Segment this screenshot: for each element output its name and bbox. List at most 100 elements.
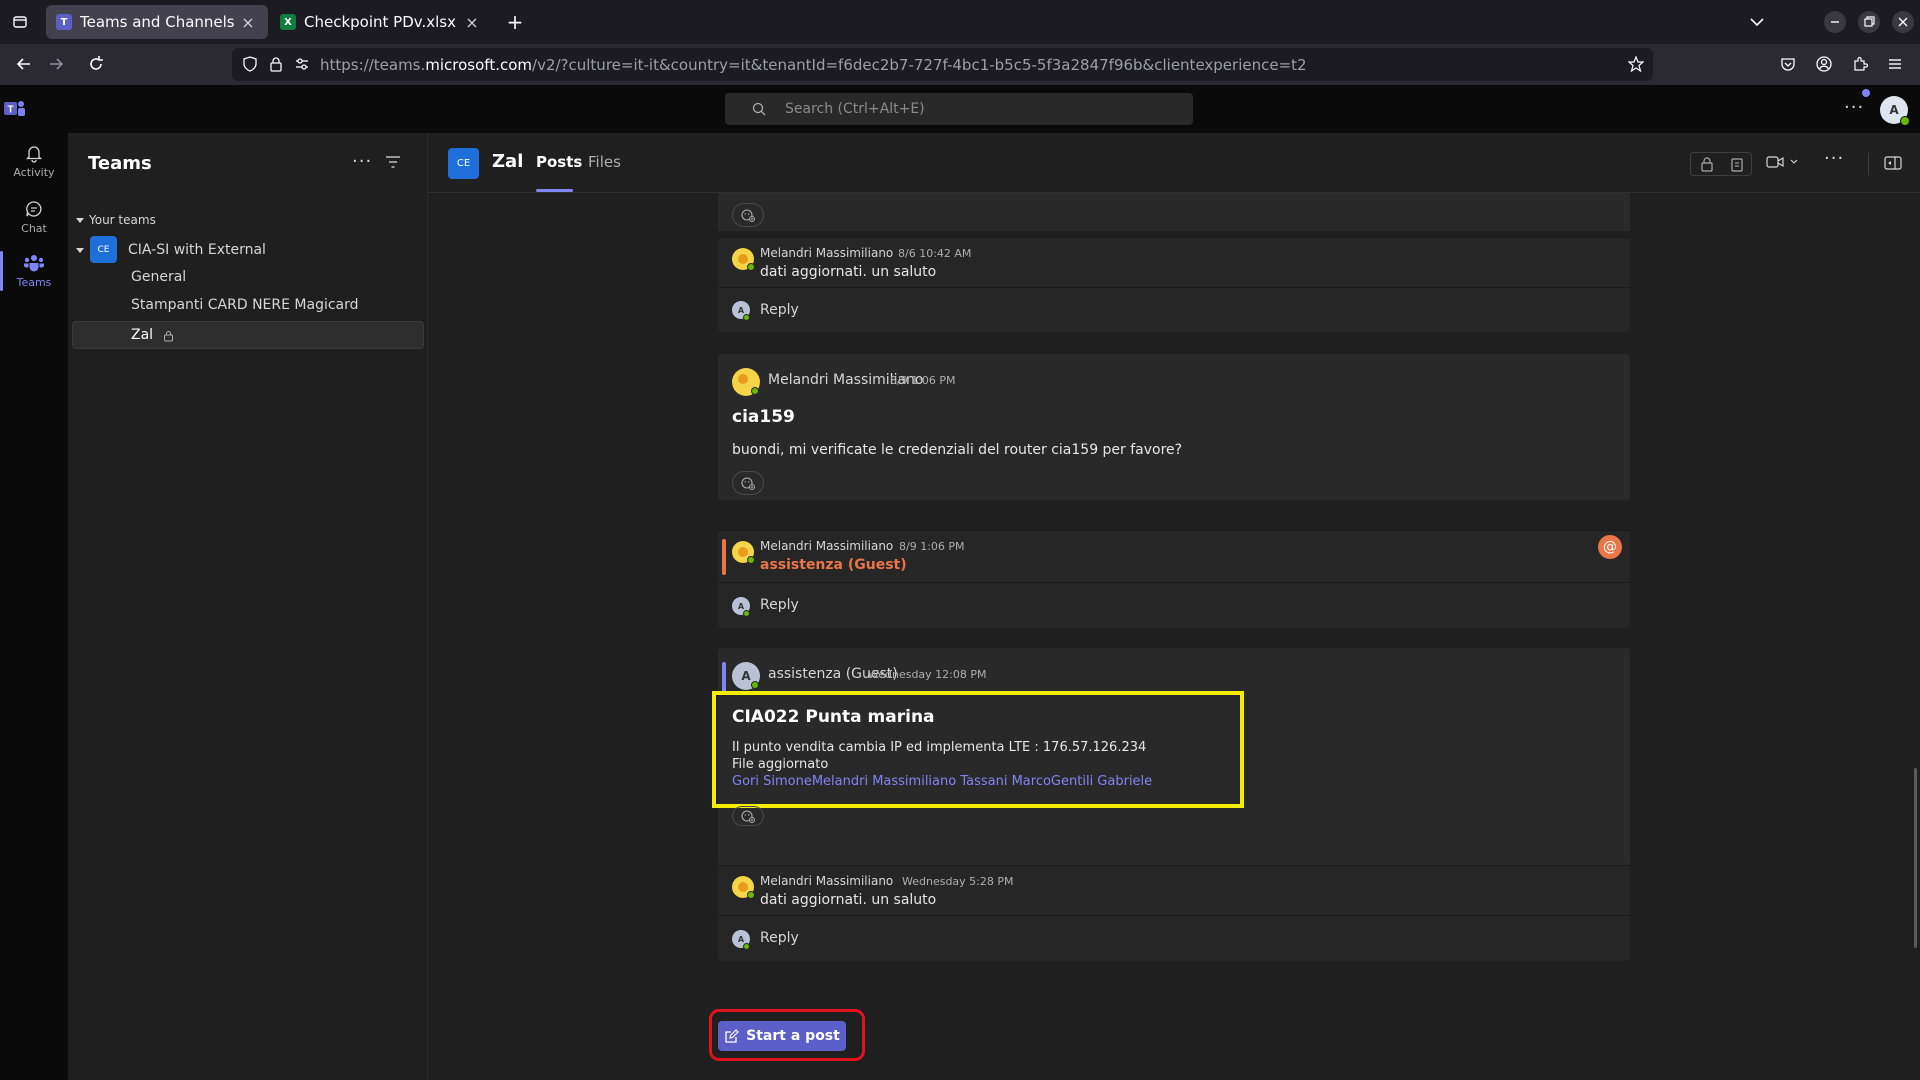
reply-bar[interactable]: A Reply xyxy=(718,915,1630,961)
chevron-down-icon[interactable] xyxy=(1742,7,1772,37)
reload-icon[interactable] xyxy=(81,49,111,79)
reply-time: 8/9 1:06 PM xyxy=(899,540,965,553)
reply-time: 8/6 10:42 AM xyxy=(898,247,972,260)
at-mention-icon: @ xyxy=(1598,535,1622,559)
channel-item-general[interactable]: General xyxy=(131,269,186,285)
browser-nav-bar: https://teams.microsoft.com/v2/?culture=… xyxy=(0,44,1920,85)
section-your-teams[interactable]: Your teams xyxy=(76,213,156,227)
tab-posts[interactable]: Posts xyxy=(536,153,582,171)
active-tab-indicator xyxy=(536,189,573,192)
reply-author: Melandri Massimiliano xyxy=(760,539,894,553)
mention-indicator xyxy=(722,539,726,575)
reply-button[interactable]: Reply xyxy=(760,302,799,318)
more-options-icon[interactable]: ··· xyxy=(1824,148,1844,169)
url-text[interactable]: https://teams.microsoft.com/v2/?culture=… xyxy=(320,56,1307,74)
restore-icon[interactable] xyxy=(1854,7,1884,37)
teams-header: T Search (Ctrl+Alt+E) ··· A xyxy=(0,85,1920,133)
minimize-icon[interactable] xyxy=(1820,7,1850,37)
close-window-icon[interactable] xyxy=(1888,7,1918,37)
permissions-icon[interactable] xyxy=(294,56,310,72)
lock-icon xyxy=(1701,157,1713,172)
post-card: A assistenza (Guest) Wednesday 12:08 PM … xyxy=(712,648,1630,866)
tab-title: Checkpoint PDv.xlsx xyxy=(304,13,456,31)
reply-text: dati aggiornati. un saluto xyxy=(760,264,937,280)
close-tab-icon[interactable]: × xyxy=(238,13,258,32)
add-reaction-icon[interactable] xyxy=(732,471,764,495)
presence-available-icon xyxy=(1900,116,1910,126)
post-mentions[interactable]: Gori SimoneMelandri Massimiliano Tassani… xyxy=(732,774,1152,789)
url-bar[interactable]: https://teams.microsoft.com/v2/?culture=… xyxy=(232,48,1653,81)
scrollbar-thumb[interactable] xyxy=(1914,768,1917,948)
menu-icon[interactable] xyxy=(1880,49,1910,79)
open-pane-icon[interactable] xyxy=(1884,155,1902,171)
lock-icon[interactable] xyxy=(268,56,284,72)
reply-bar[interactable]: A Reply xyxy=(718,582,1630,628)
post-accent-bar xyxy=(722,662,726,694)
reply-bar[interactable]: A Reply xyxy=(718,287,1630,332)
reply-mention[interactable]: assistenza (Guest) xyxy=(760,557,907,573)
new-tab-icon[interactable]: + xyxy=(500,7,530,37)
meet-button[interactable] xyxy=(1766,155,1798,169)
tab-list-icon[interactable] xyxy=(5,7,35,37)
post-card: Melandri Massimiliano 8/9 1:06 PM cia159… xyxy=(718,354,1630,500)
filter-icon[interactable] xyxy=(385,155,401,169)
account-icon[interactable] xyxy=(1809,49,1839,79)
channel-info-group xyxy=(1690,152,1752,176)
extensions-icon[interactable] xyxy=(1845,49,1875,79)
reply-button[interactable]: Reply xyxy=(760,597,799,613)
channel-title: Zal xyxy=(492,151,524,172)
compose-icon xyxy=(725,1028,740,1043)
rail-label: Teams xyxy=(16,276,52,289)
back-icon[interactable] xyxy=(9,49,39,79)
close-tab-icon[interactable]: × xyxy=(462,13,482,32)
presence-available-icon xyxy=(751,681,759,689)
shield-icon[interactable] xyxy=(242,56,258,72)
bookmark-star-icon[interactable] xyxy=(1628,56,1644,72)
tab-teams[interactable]: T Teams and Channels | Zal × xyxy=(46,5,268,39)
browser-tab-bar: T Teams and Channels | Zal × X Checkpoin… xyxy=(0,0,1920,44)
teams-logo-icon[interactable]: T xyxy=(4,99,26,119)
tab-title: Teams and Channels | Zal xyxy=(80,13,238,31)
forward-icon[interactable] xyxy=(41,49,71,79)
rail-item-teams[interactable]: Teams xyxy=(0,243,68,299)
chevron-down-icon xyxy=(1790,159,1798,164)
rail-label: Activity xyxy=(13,166,55,179)
rail-item-chat[interactable]: Chat xyxy=(0,189,68,245)
presence-available-icon xyxy=(743,610,750,617)
svg-text:T: T xyxy=(7,105,13,116)
more-options-icon[interactable]: ··· xyxy=(1844,97,1864,118)
post-subject: CIA022 Punta marina xyxy=(732,707,935,727)
reply-message: Melandri Massimiliano Wednesday 5:28 PM … xyxy=(718,865,1630,915)
channel-header: CE Zal Posts Files ··· xyxy=(428,133,1920,193)
add-reaction-icon[interactable] xyxy=(732,203,764,227)
post-time: 8/9 1:06 PM xyxy=(890,374,956,387)
app-rail: Activity Chat Teams xyxy=(0,133,68,1080)
panel-title: Teams xyxy=(88,153,152,174)
team-avatar: CE xyxy=(90,236,117,263)
presence-available-icon xyxy=(747,556,755,564)
more-options-icon[interactable]: ··· xyxy=(352,151,372,172)
add-reaction-icon[interactable] xyxy=(732,806,764,826)
tab-excel[interactable]: X Checkpoint PDv.xlsx × xyxy=(270,5,492,39)
rail-item-activity[interactable]: Activity xyxy=(0,133,68,189)
presence-available-icon xyxy=(751,387,759,395)
tab-files[interactable]: Files xyxy=(588,153,621,171)
url-path: /v2/?culture=it-it&country=it&tenantId=f… xyxy=(532,56,1307,74)
url-domain: microsoft.com xyxy=(425,56,533,74)
caret-down-icon xyxy=(76,218,84,223)
teams-panel: Teams ··· Your teams CE CIA-SI with Exte… xyxy=(68,133,428,1080)
presence-available-icon xyxy=(743,314,750,321)
divider xyxy=(1868,153,1869,175)
presence-available-icon xyxy=(743,943,750,950)
team-item[interactable]: CE CIA-SI with External xyxy=(76,236,266,263)
search-input[interactable]: Search (Ctrl+Alt+E) xyxy=(725,93,1193,125)
channel-item-stampanti[interactable]: Stampanti CARD NERE Magicard xyxy=(131,297,359,313)
channel-item-zal[interactable]: Zal xyxy=(72,321,424,349)
presence-available-icon xyxy=(747,891,755,899)
excel-icon: X xyxy=(280,14,296,30)
reply-button[interactable]: Reply xyxy=(760,930,799,946)
post-card xyxy=(718,193,1630,231)
post-subject: cia159 xyxy=(732,407,795,427)
start-post-button[interactable]: Start a post xyxy=(718,1021,846,1051)
pocket-icon[interactable] xyxy=(1773,49,1803,79)
